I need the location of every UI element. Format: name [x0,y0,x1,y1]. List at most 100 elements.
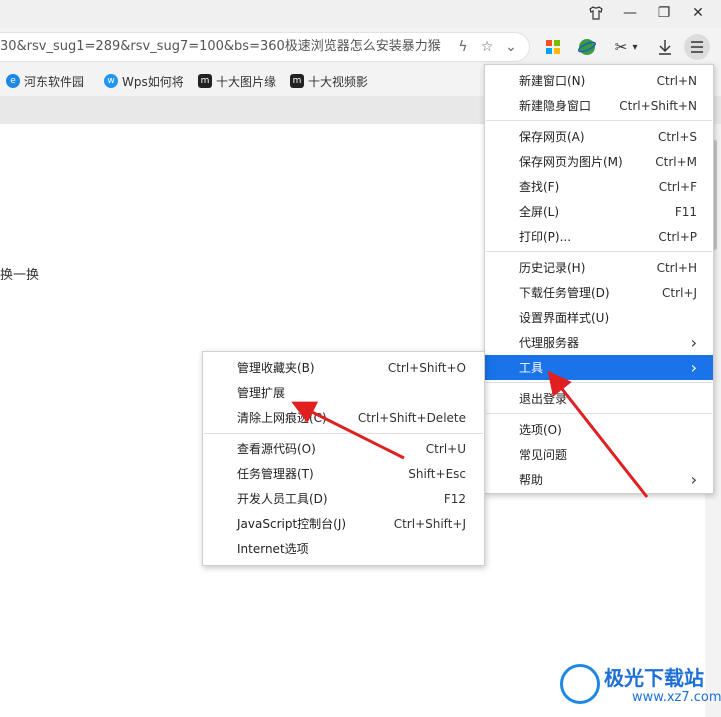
watermark-logo-icon [560,664,600,704]
menu-item-label: 管理收藏夹(B) [237,361,315,375]
menu-item-shortcut: Ctrl+M [655,154,697,169]
lightning-icon[interactable]: ϟ [452,36,474,58]
menu-item-shortcut: Ctrl+Shift+Delete [357,410,466,425]
menu-item-faq[interactable]: 常见问题 [485,442,713,467]
address-url[interactable]: 30&rsv_sug1=289&rsv_sug7=100&bs=360极速浏览器… [0,38,452,56]
menu-item-logout[interactable]: 退出登录 [485,386,713,411]
menu-item-proxy[interactable]: 代理服务器 › [485,330,713,355]
menu-item-label: 保存网页为图片(M) [519,155,623,169]
menu-separator [486,413,712,414]
menu-item-view-source[interactable]: 查看源代码(O) Ctrl+U [203,436,484,461]
chevron-down-icon[interactable]: ⌄ [500,36,522,58]
menu-item-shortcut: F12 [443,491,466,506]
menu-item-print[interactable]: 打印(P)... Ctrl+P [485,224,713,249]
menu-item-history[interactable]: 历史记录(H) Ctrl+H [485,255,713,280]
menu-item-label: 清除上网痕迹(C) [237,411,327,425]
menu-item-manage-extensions[interactable]: 管理扩展 [203,380,484,405]
menu-item-find[interactable]: 查找(F) Ctrl+F [485,174,713,199]
menu-item-shortcut: F11 [674,204,697,219]
menu-item-save-page[interactable]: 保存网页(A) Ctrl+S [485,124,713,149]
menu-item-options[interactable]: 选项(O) [485,417,713,442]
menu-item-label: 工具 [519,361,544,375]
chevron-right-icon: › [690,358,697,377]
menu-item-label: 帮助 [519,473,544,487]
menu-item-shortcut: Ctrl+J [662,285,697,300]
menu-item-label: 退出登录 [519,392,568,406]
menu-item-label: 设置界面样式(U) [519,311,610,325]
menu-item-label: 开发人员工具(D) [237,492,328,506]
menu-item-label: 下载任务管理(D) [519,286,610,300]
refresh-link[interactable]: 换一换 [0,264,39,283]
menu-item-label: 任务管理器(T) [237,467,314,481]
site-icon: m [198,74,212,88]
download-icon[interactable] [652,34,678,60]
menu-item-task-manager[interactable]: 任务管理器(T) Shift+Esc [203,461,484,486]
menu-item-label: 历史记录(H) [519,261,586,275]
menu-item-manage-favorites[interactable]: 管理收藏夹(B) Ctrl+Shift+O [203,355,484,380]
menu-item-label: 全屏(L) [519,205,560,219]
bookmark-label: Wps如何将 [122,74,184,89]
menu-item-new-incognito[interactable]: 新建隐身窗口 Ctrl+Shift+N [485,93,713,118]
menu-item-shortcut: Ctrl+Shift+J [393,516,466,531]
menu-item-dev-tools[interactable]: 开发人员工具(D) F12 [203,486,484,511]
menu-separator [204,433,483,434]
chevron-right-icon: › [690,333,697,352]
menu-item-label: 新建隐身窗口 [519,99,592,113]
menu-item-label: 查看源代码(O) [237,442,316,456]
wps-icon: w [104,74,118,88]
menu-item-new-window[interactable]: 新建窗口(N) Ctrl+N [485,68,713,93]
menu-item-fullscreen[interactable]: 全屏(L) F11 [485,199,713,224]
menu-item-label: 打印(P)... [519,230,572,244]
bookmark-item[interactable]: m 十大视频影 [290,71,368,91]
bookmark-item[interactable]: m 十大图片缘 [198,71,276,91]
menu-item-shortcut: Ctrl+Shift+O [387,360,466,375]
star-icon[interactable]: ☆ [476,36,498,58]
menu-item-label: JavaScript控制台(J) [237,517,347,531]
apps-icon[interactable] [540,34,566,60]
bookmark-label: 河东软件园 [24,74,85,89]
menu-item-label: 选项(O) [519,423,562,437]
menu-item-label: 保存网页(A) [519,130,585,144]
menu-item-internet-options[interactable]: Internet选项 [203,536,484,561]
watermark-site: www.xz7.com [632,690,721,705]
menu-icon[interactable] [684,34,710,60]
menu-item-shortcut: Ctrl+U [425,441,466,456]
bookmark-item[interactable]: e 河东软件园 [6,71,84,91]
close-button[interactable]: ✕ [684,2,712,24]
main-menu: 新建窗口(N) Ctrl+N 新建隐身窗口 Ctrl+Shift+N 保存网页(A)… [484,64,714,494]
minimize-button[interactable]: — [616,2,644,24]
menu-item-tools[interactable]: 工具 › [485,355,713,380]
maximize-button[interactable]: ❐ [650,2,678,24]
menu-item-appearance[interactable]: 设置界面样式(U) [485,305,713,330]
menu-item-label: 管理扩展 [237,386,286,400]
watermark: 极光下载站 www.xz7.com [560,660,721,710]
skin-icon[interactable] [582,2,610,24]
watermark-brand: 极光下载站 [604,666,704,690]
title-bar [0,0,721,28]
menu-separator [486,251,712,252]
site-icon: m [290,74,304,88]
menu-item-shortcut: Ctrl+P [658,229,697,244]
menu-item-shortcut: Shift+Esc [408,466,466,481]
site-icon: e [6,74,20,88]
bookmark-item[interactable]: w Wps如何将 [104,71,184,91]
chevron-right-icon: › [690,470,697,489]
bookmark-label: 十大视频影 [308,74,369,89]
menu-item-help[interactable]: 帮助 › [485,467,713,492]
menu-separator [486,120,712,121]
menu-item-save-as-image[interactable]: 保存网页为图片(M) Ctrl+M [485,149,713,174]
tools-submenu: 管理收藏夹(B) Ctrl+Shift+O 管理扩展 清除上网痕迹(C) Ctrl+… [202,351,485,566]
bookmark-label: 十大图片缘 [216,74,277,89]
menu-item-label: 代理服务器 [519,336,580,350]
menu-item-shortcut: Ctrl+F [658,179,697,194]
menu-item-label: 查找(F) [519,180,560,194]
globe-icon[interactable] [574,34,600,60]
menu-item-label: Internet选项 [237,542,309,556]
menu-item-js-console[interactable]: JavaScript控制台(J) Ctrl+Shift+J [203,511,484,536]
menu-item-clear-history[interactable]: 清除上网痕迹(C) Ctrl+Shift+Delete [203,405,484,430]
menu-item-label: 常见问题 [519,448,568,462]
menu-item-downloads[interactable]: 下载任务管理(D) Ctrl+J [485,280,713,305]
menu-item-shortcut: Ctrl+S [657,129,697,144]
scissors-dropdown-icon[interactable]: ▾ [628,34,642,60]
menu-separator [486,382,712,383]
